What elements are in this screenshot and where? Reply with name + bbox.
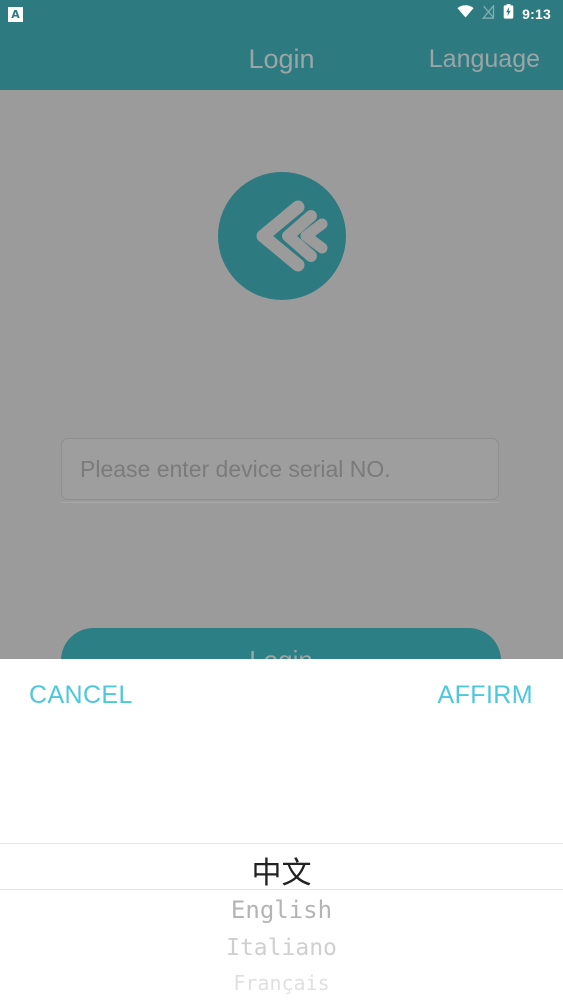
logo-container xyxy=(0,172,563,300)
picker-item-selected[interactable]: 中文 xyxy=(0,848,563,892)
battery-charging-icon xyxy=(503,4,514,24)
serial-input[interactable]: Please enter device serial NO. xyxy=(61,438,499,500)
serial-input-placeholder: Please enter device serial NO. xyxy=(80,455,391,482)
login-content-scrim: Please enter device serial NO. Login xyxy=(0,90,563,659)
serial-input-underline xyxy=(61,502,499,503)
chevrons-left-logo xyxy=(217,172,346,300)
language-dialog: CANCEL AFFIRM 中文 English Italiano França… xyxy=(0,659,563,1002)
dialog-actions: CANCEL AFFIRM xyxy=(0,659,563,739)
status-bar: A 9:13 xyxy=(0,0,563,28)
wifi-icon xyxy=(457,5,474,23)
app-notification-icon: A xyxy=(8,6,23,22)
picker-item-francais[interactable]: Français xyxy=(0,971,563,995)
picker-item-english[interactable]: English xyxy=(0,896,563,924)
signal-off-icon xyxy=(481,3,495,24)
language-picker[interactable]: 中文 English Italiano Français Deutsch xyxy=(0,804,563,1002)
language-button[interactable]: Language xyxy=(429,45,540,74)
picker-item-italiano[interactable]: Italiano xyxy=(0,935,563,961)
app-screen: A 9:13 Login Language Please enter devic… xyxy=(0,0,563,1002)
app-bar: Login Language xyxy=(0,28,563,90)
status-bar-left: A xyxy=(8,6,23,22)
status-bar-right: 9:13 xyxy=(457,3,551,24)
login-button-label: Login xyxy=(249,645,313,659)
login-button[interactable]: Login xyxy=(61,628,501,659)
status-bar-clock: 9:13 xyxy=(522,6,551,22)
affirm-button[interactable]: AFFIRM xyxy=(438,681,533,710)
picker-separator-top xyxy=(0,843,563,844)
cancel-button[interactable]: CANCEL xyxy=(29,681,133,710)
